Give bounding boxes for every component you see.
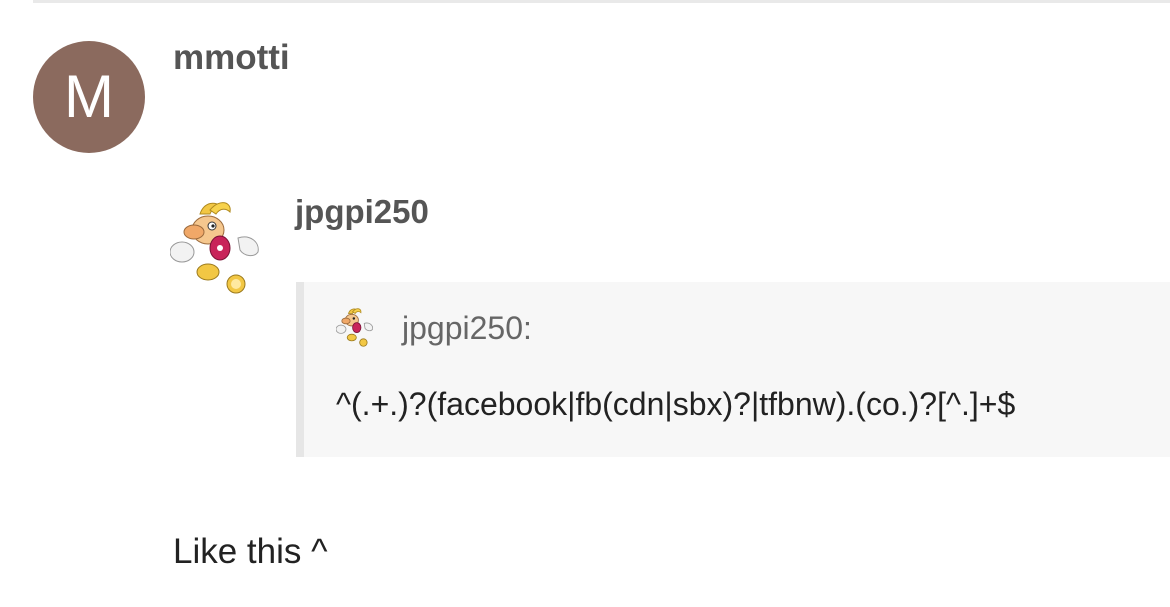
post-username[interactable]: mmotti (173, 38, 290, 78)
quote-text: ^(.+.)?(facebook|fb(cdn|sbx)?|tfbnw).(co… (336, 386, 1016, 422)
quote-inner-author[interactable]: jpgpi250: (402, 310, 532, 347)
top-divider (33, 0, 1170, 3)
cartoon-character-avatar-icon[interactable] (336, 306, 380, 350)
quote-author-username[interactable]: jpgpi250 (295, 193, 429, 231)
blockquote: jpgpi250: ^(.+.)?(facebook|fb(cdn|sbx)?|… (296, 282, 1170, 457)
cartoon-character-avatar-icon[interactable] (170, 196, 276, 302)
reply-text: Like this ^ (173, 532, 328, 571)
avatar[interactable]: M (33, 41, 145, 153)
